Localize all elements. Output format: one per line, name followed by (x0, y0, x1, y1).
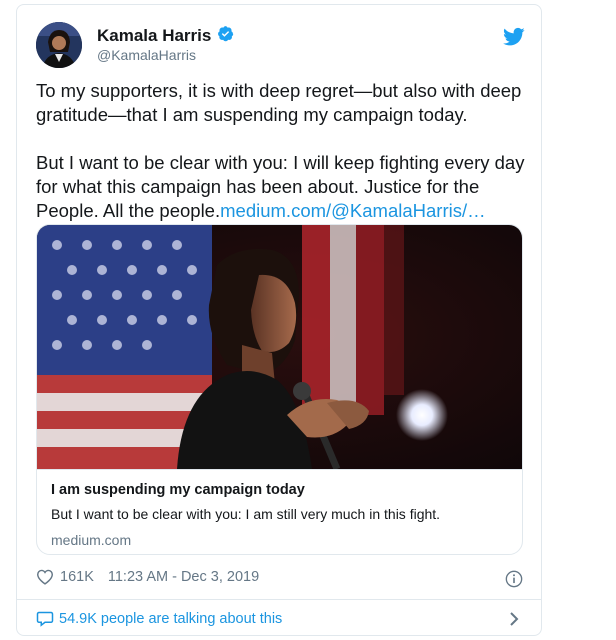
tweet-link[interactable]: medium.com/@KamalaHarris/… (220, 200, 486, 221)
heart-icon[interactable] (36, 569, 54, 585)
twitter-bird-icon[interactable] (503, 27, 525, 47)
preview-meta[interactable]: I am suspending my campaign today But I … (37, 469, 522, 554)
author-name[interactable]: Kamala Harris (97, 26, 211, 46)
tweet-card: Kamala Harris @KamalaHarris To my suppor… (16, 4, 542, 636)
comment-bubble-icon (36, 610, 54, 627)
tweet-text: To my supporters, it is with deep regret… (36, 79, 526, 247)
preview-description: But I want to be clear with you: I am st… (51, 506, 441, 522)
info-icon[interactable] (505, 570, 523, 588)
preview-image[interactable] (37, 225, 522, 471)
verified-badge-icon (217, 25, 234, 47)
link-preview-card[interactable]: I am suspending my campaign today But I … (36, 224, 523, 555)
talking-about-text[interactable]: 54.9K people are talking about this (59, 611, 282, 627)
author-handle[interactable]: @KamalaHarris (97, 47, 196, 63)
tweet-paragraph-1: To my supporters, it is with deep regret… (36, 80, 522, 125)
like-count[interactable]: 161K (60, 569, 94, 585)
preview-domain: medium.com (51, 532, 132, 548)
talking-about-link[interactable]: 54.9K people are talking about this (36, 610, 526, 627)
tweet-meta-row: 161K 11:23 AM - Dec 3, 2019 (36, 569, 526, 585)
author-name-row[interactable]: Kamala Harris (97, 25, 234, 47)
tweet-paragraph-2: But I want to be clear with you: I will … (36, 151, 526, 223)
chevron-right-icon[interactable] (509, 611, 519, 627)
preview-title[interactable]: I am suspending my campaign today (51, 482, 508, 498)
divider (17, 599, 541, 600)
tweet-timestamp[interactable]: 11:23 AM - Dec 3, 2019 (108, 569, 259, 585)
avatar[interactable] (36, 22, 82, 68)
